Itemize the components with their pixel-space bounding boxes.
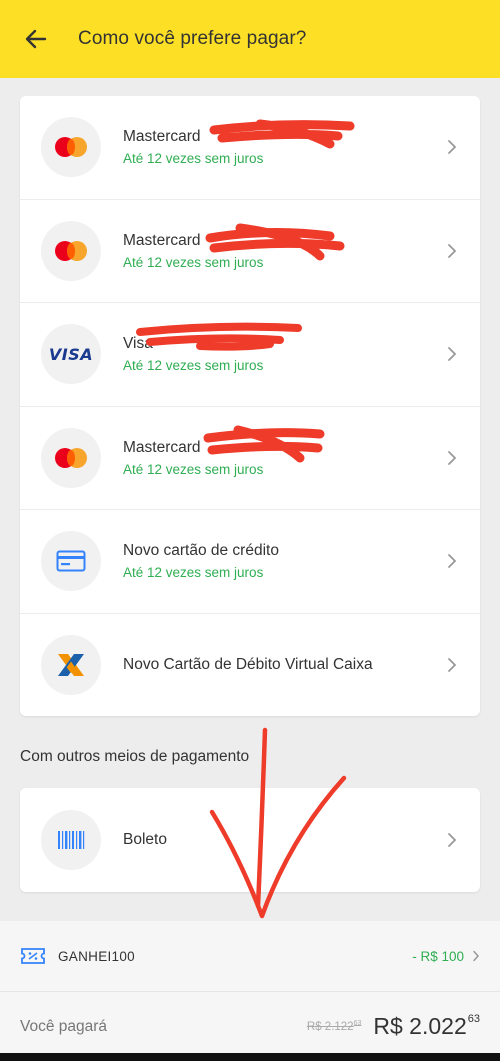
original-price: R$ 2.12263 xyxy=(306,1020,362,1033)
card-title: Novo cartão de crédito xyxy=(123,542,279,560)
chevron-right-icon xyxy=(432,614,472,718)
chevron-right-icon xyxy=(432,407,472,510)
card-row-mastercard-3[interactable]: Mastercard Até 12 vezes sem juros xyxy=(20,407,480,510)
card-title: Mastercard xyxy=(123,438,201,456)
mastercard-icon xyxy=(41,117,101,178)
chevron-right-icon xyxy=(432,200,472,303)
installments-label: Até 12 vezes sem juros xyxy=(123,461,264,477)
card-title: Mastercard xyxy=(123,128,201,146)
installments-label: Até 12 vezes sem juros xyxy=(123,254,264,270)
mastercard-icon xyxy=(41,220,101,281)
card-row-mastercard-1[interactable]: Mastercard Até 12 vezes sem juros xyxy=(20,96,480,200)
boleto-row[interactable]: Boleto xyxy=(20,788,480,892)
card-title: Mastercard xyxy=(123,231,201,249)
mastercard-icon xyxy=(41,427,101,488)
installments-label: Até 12 vezes sem juros xyxy=(123,565,264,581)
card-title: Novo Cartão de Débito Virtual Caixa xyxy=(123,656,373,674)
boleto-label: Boleto xyxy=(123,831,167,848)
card-row-new-credit[interactable]: Novo cartão de crédito Até 12 vezes sem … xyxy=(20,510,480,614)
caixa-icon xyxy=(41,635,101,696)
card-row-mastercard-2[interactable]: Mastercard Até 12 vezes sem juros xyxy=(20,200,480,303)
coupon-ticket-icon xyxy=(21,948,45,964)
coupon-code: GANHEI100 xyxy=(58,948,135,964)
system-nav-bar xyxy=(0,1053,500,1061)
barcode-icon xyxy=(41,810,101,870)
other-methods-title: Com outros meios de pagamento xyxy=(20,748,250,765)
chevron-right-icon xyxy=(432,788,472,892)
payment-methods-list[interactable]: Mastercard Até 12 vezes sem juros Master… xyxy=(0,78,500,921)
installments-label: Até 12 vezes sem juros xyxy=(123,151,264,167)
chevron-right-icon xyxy=(432,96,472,199)
page-title: Como você prefere pagar? xyxy=(78,28,307,49)
chevron-right-icon xyxy=(432,303,472,406)
card-row-caixa-debit[interactable]: Novo Cartão de Débito Virtual Caixa xyxy=(20,614,480,718)
app-header: Como você prefere pagar? xyxy=(0,0,500,78)
card-title: Visa xyxy=(123,335,153,353)
credit-card-icon xyxy=(41,531,101,592)
coupon-row[interactable]: GANHEI100 - R$ 100 xyxy=(0,921,500,992)
card-row-visa[interactable]: VISA Visa Até 12 vezes sem juros xyxy=(20,303,480,407)
back-button[interactable] xyxy=(0,0,60,78)
coupon-discount: - R$ 100 xyxy=(412,948,464,964)
back-arrow-icon xyxy=(25,29,47,49)
other-methods-group: Boleto xyxy=(20,788,480,892)
payment-total-row: Você pagará R$ 2.12263 R$ 2.02263 xyxy=(0,992,500,1061)
pay-label: Você pagará xyxy=(20,1017,108,1035)
chevron-right-icon xyxy=(432,510,472,613)
visa-icon: VISA xyxy=(41,324,101,385)
chevron-right-icon xyxy=(473,950,480,962)
total-price: R$ 2.02263 xyxy=(373,1013,480,1039)
installments-label: Até 12 vezes sem juros xyxy=(123,358,264,374)
checkout-footer: GANHEI100 - R$ 100 Você pagará R$ 2.1226… xyxy=(0,921,500,1061)
visa-logo-text: VISA xyxy=(48,344,94,364)
cards-group: Mastercard Até 12 vezes sem juros Master… xyxy=(20,96,480,716)
